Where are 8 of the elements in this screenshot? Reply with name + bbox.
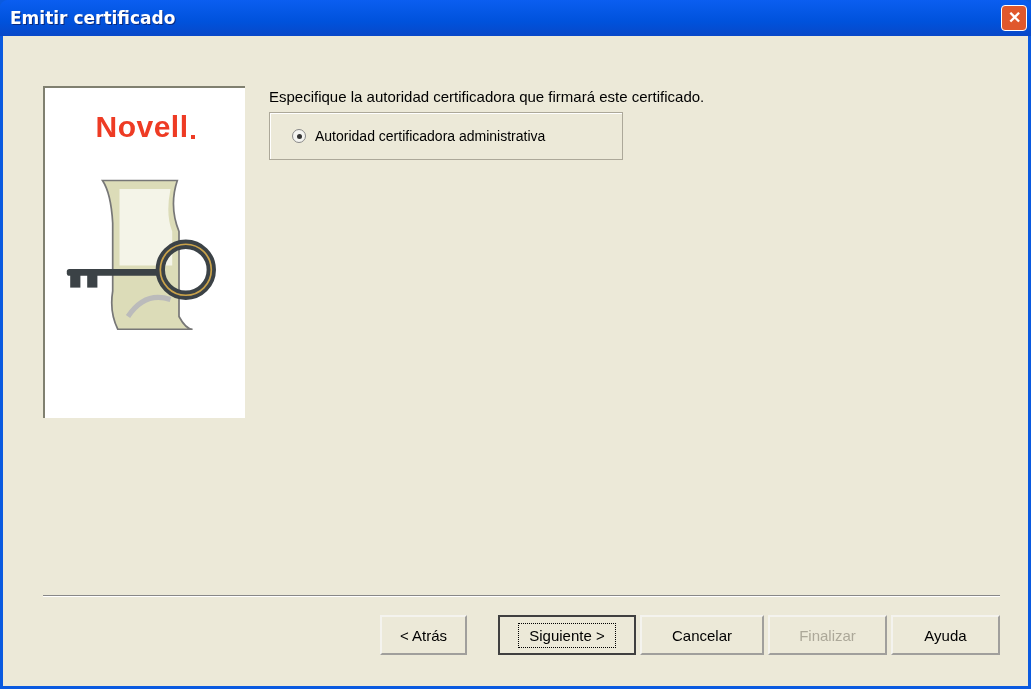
logo: Novell: [95, 110, 189, 144]
window-title: Emitir certificado: [10, 8, 176, 28]
dialog-button[interactable]: Ayuda: [891, 615, 1000, 655]
dialog-button[interactable]: Cancelar: [640, 615, 764, 655]
dialog-button[interactable]: Siguiente >: [498, 615, 636, 655]
prompt-text: Especifique la autoridad certificadora que firmará este certificado.: [269, 88, 705, 105]
close-button[interactable]: ✕: [1001, 5, 1027, 31]
dialog-button[interactable]: < Atrás: [380, 615, 467, 655]
